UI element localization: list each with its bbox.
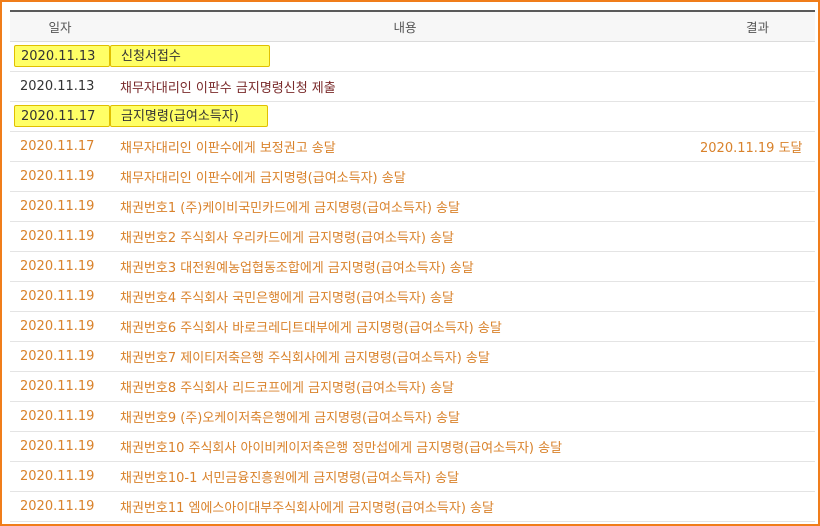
date-cell: 2020.11.19 — [20, 258, 95, 274]
result-cell — [700, 341, 815, 371]
content-text: 금지명령(급여소득자) — [110, 105, 268, 127]
table-row: 2020.11.19 채권번호7 제이티저축은행 주식회사에게 금지명령(급여소… — [10, 341, 815, 371]
date-cell: 2020.11.13 — [20, 78, 95, 94]
table-row: 2020.11.19 채권번호6 주식회사 바로크레디트대부에게 금지명령(급여… — [10, 311, 815, 341]
table-row: 2020.11.13 신청서접수 — [10, 41, 815, 71]
result-cell — [700, 41, 815, 71]
content-cell: 채권번호1 (주)케이비국민카드에게 금지명령(급여소득자) 송달 — [120, 200, 460, 216]
date-cell: 2020.11.17 — [20, 138, 95, 154]
date-text: 2020.11.17 — [14, 105, 110, 127]
content-cell: 채권번호2 주식회사 우리카드에게 금지명령(급여소득자) 송달 — [120, 230, 454, 246]
result-cell — [700, 431, 815, 461]
result-cell — [700, 161, 815, 191]
content-text: 신청서접수 — [110, 45, 270, 67]
date-cell: 2020.11.19 — [20, 288, 95, 304]
date-cell: 2020.11.19 — [20, 468, 95, 484]
date-cell: 2020.11.13 — [10, 41, 110, 71]
history-table: 일자 내용 결과 2020.11.13 신청서접수 2020.11.13 채무자… — [10, 10, 815, 522]
content-column-header: 내용 — [110, 11, 700, 42]
content-cell: 채권번호10-1 서민금융진흥원에게 금지명령(급여소득자) 송달 — [120, 470, 460, 486]
content-cell: 채권번호9 (주)오케이저축은행에게 금지명령(급여소득자) 송달 — [120, 410, 460, 426]
table-row: 2020.11.17 금지명령(급여소득자) — [10, 101, 815, 131]
date-cell: 2020.11.19 — [20, 198, 95, 214]
date-cell: 2020.11.19 — [20, 228, 95, 244]
result-cell — [700, 251, 815, 281]
date-cell: 2020.11.19 — [20, 438, 95, 454]
table-row: 2020.11.19 채권번호9 (주)오케이저축은행에게 금지명령(급여소득자… — [10, 401, 815, 431]
result-cell — [700, 101, 815, 131]
result-cell — [700, 491, 815, 521]
content-cell: 채무자대리인 이판수에게 금지명령(급여소득자) 송달 — [120, 170, 406, 186]
table-header: 일자 내용 결과 — [10, 11, 815, 42]
content-cell: 금지명령(급여소득자) — [110, 101, 700, 131]
date-cell: 2020.11.17 — [10, 101, 110, 131]
content-cell: 채권번호11 엠에스아이대부주식회사에게 금지명령(급여소득자) 송달 — [120, 500, 494, 516]
table-row: 2020.11.13 채무자대리인 이판수 금지명령신청 제출 — [10, 71, 815, 101]
table-row: 2020.11.19 채권번호8 주식회사 리드코프에게 금지명령(급여소득자)… — [10, 371, 815, 401]
content-cell: 채권번호4 주식회사 국민은행에게 금지명령(급여소득자) 송달 — [120, 290, 454, 306]
date-text: 2020.11.13 — [14, 45, 110, 67]
content-cell: 채권번호3 대전원예농업협동조합에게 금지명령(급여소득자) 송달 — [120, 260, 474, 276]
date-column-header: 일자 — [10, 11, 110, 42]
result-cell — [700, 461, 815, 491]
result-cell — [700, 311, 815, 341]
result-cell — [700, 71, 815, 101]
table-row: 2020.11.19 채권번호11 엠에스아이대부주식회사에게 금지명령(급여소… — [10, 491, 815, 521]
history-panel: 일자 내용 결과 2020.11.13 신청서접수 2020.11.13 채무자… — [0, 0, 820, 526]
table-row: 2020.11.19 채권번호3 대전원예농업협동조합에게 금지명령(급여소득자… — [10, 251, 815, 281]
result-cell — [700, 371, 815, 401]
content-cell: 채권번호10 주식회사 아이비케이저축은행 정만섭에게 금지명령(급여소득자) … — [120, 440, 563, 456]
result-cell — [700, 191, 815, 221]
date-cell: 2020.11.19 — [20, 378, 95, 394]
table-row: 2020.11.19 채권번호10-1 서민금융진흥원에게 금지명령(급여소득자… — [10, 461, 815, 491]
table-row: 2020.11.19 채권번호4 주식회사 국민은행에게 금지명령(급여소득자)… — [10, 281, 815, 311]
result-column-header: 결과 — [700, 11, 815, 42]
content-cell: 채권번호6 주식회사 바로크레디트대부에게 금지명령(급여소득자) 송달 — [120, 320, 502, 336]
date-cell: 2020.11.19 — [20, 498, 95, 514]
table-row: 2020.11.19 채무자대리인 이판수에게 금지명령(급여소득자) 송달 — [10, 161, 815, 191]
table-row: 2020.11.19 채권번호10 주식회사 아이비케이저축은행 정만섭에게 금… — [10, 431, 815, 461]
content-cell: 채무자대리인 이판수에게 보정권고 송달 — [120, 140, 336, 156]
table-row: 2020.11.19 채권번호1 (주)케이비국민카드에게 금지명령(급여소득자… — [10, 191, 815, 221]
result-cell — [700, 281, 815, 311]
table-row: 2020.11.17 채무자대리인 이판수에게 보정권고 송달 2020.11.… — [10, 131, 815, 161]
content-cell: 채무자대리인 이판수 금지명령신청 제출 — [120, 80, 336, 96]
content-cell: 채권번호8 주식회사 리드코프에게 금지명령(급여소득자) 송달 — [120, 380, 454, 396]
date-cell: 2020.11.19 — [20, 318, 95, 334]
content-cell: 신청서접수 — [110, 41, 700, 71]
result-cell — [700, 221, 815, 251]
result-cell — [700, 401, 815, 431]
table-row: 2020.11.19 채권번호2 주식회사 우리카드에게 금지명령(급여소득자)… — [10, 221, 815, 251]
date-cell: 2020.11.19 — [20, 408, 95, 424]
date-cell: 2020.11.19 — [20, 348, 95, 364]
content-cell: 채권번호7 제이티저축은행 주식회사에게 금지명령(급여소득자) 송달 — [120, 350, 490, 366]
result-cell: 2020.11.19 도달 — [700, 140, 803, 156]
date-cell: 2020.11.19 — [20, 168, 95, 184]
